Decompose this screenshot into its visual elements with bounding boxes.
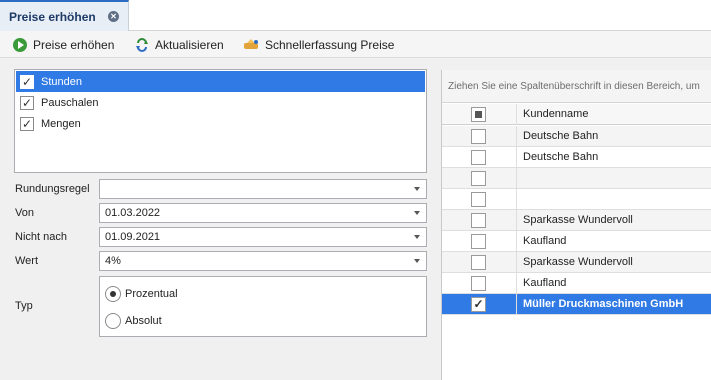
preise-erhoehen-button[interactable]: Preise erhöhen — [13, 31, 114, 58]
select-all-checkbox[interactable] — [471, 107, 486, 122]
preise-erhoehen-label: Preise erhöhen — [33, 37, 115, 52]
kundenname-cell: Kaufland — [523, 235, 567, 247]
chevron-down-icon[interactable] — [414, 211, 420, 215]
kundenname-cell: Deutsche Bahn — [523, 130, 599, 142]
nicht-nach-label: Nicht nach — [15, 231, 67, 243]
schnellerfassung-preise-label: Schnellerfassung Preise — [265, 37, 395, 52]
kundenname-cell: Sparkasse Wundervoll — [523, 256, 633, 268]
parameter-panel: ✓ Stunden ✓ Pauschalen ✓ Mengen Rundungs… — [0, 58, 433, 380]
column-header-kundenname[interactable]: Kundenname — [523, 104, 588, 125]
rundungsregel-label: Rundungsregel — [15, 183, 90, 195]
group-by-panel[interactable]: Ziehen Sie eine Spaltenüberschrift in di… — [442, 70, 711, 103]
wert-combo[interactable]: 4% — [99, 251, 427, 271]
radio-selected-icon[interactable] — [105, 286, 121, 302]
toolbar: Preise erhöhen Aktualisieren Schnellerfa… — [0, 31, 711, 58]
table-row[interactable]: Deutsche Bahn — [442, 147, 711, 168]
tab-strip: Preise erhöhen ✕ — [0, 0, 711, 31]
table-row[interactable]: Kaufland — [442, 231, 711, 252]
row-check-cell[interactable] — [442, 210, 517, 231]
row-checkbox[interactable] — [471, 234, 486, 249]
chevron-down-icon[interactable] — [414, 187, 420, 191]
checklist-item-pauschalen[interactable]: ✓ Pauschalen — [16, 92, 425, 113]
leistungsart-checklist: ✓ Stunden ✓ Pauschalen ✓ Mengen — [14, 69, 427, 173]
refresh-icon — [135, 37, 149, 52]
row-check-cell[interactable] — [442, 189, 517, 210]
checklist-item-label: Mengen — [41, 117, 81, 130]
radio-label: Prozentual — [125, 288, 178, 300]
row-check-cell[interactable] — [442, 252, 517, 273]
checklist-item-label: Stunden — [41, 75, 82, 88]
table-row[interactable] — [442, 189, 711, 210]
select-all-cell[interactable] — [442, 104, 517, 125]
radio-absolut[interactable]: Absolut — [105, 312, 162, 330]
checkmark-icon[interactable]: ✓ — [471, 297, 486, 312]
row-check-cell[interactable] — [442, 126, 517, 147]
radio-label: Absolut — [125, 315, 162, 327]
checklist-item-stunden[interactable]: ✓ Stunden — [16, 71, 425, 92]
von-date-field[interactable]: 01.03.2022 — [99, 203, 427, 223]
row-checkbox[interactable] — [471, 276, 486, 291]
checklist-item-mengen[interactable]: ✓ Mengen — [16, 113, 425, 134]
row-checkbox[interactable] — [471, 192, 486, 207]
close-icon[interactable]: ✕ — [108, 11, 119, 22]
table-row[interactable] — [442, 168, 711, 189]
kundenname-cell: Sparkasse Wundervoll — [523, 214, 633, 226]
wert-label: Wert — [15, 255, 39, 267]
row-checkbox[interactable] — [471, 213, 486, 228]
checklist-item-label: Pauschalen — [41, 96, 99, 109]
row-check-cell[interactable]: ✓ — [442, 294, 517, 315]
rundungsregel-combo[interactable] — [99, 179, 427, 199]
kundenname-cell: Müller Druckmaschinen GmbH — [523, 298, 684, 310]
von-value: 01.03.2022 — [105, 207, 161, 219]
row-checkbox[interactable] — [471, 255, 486, 270]
kundenname-cell: Deutsche Bahn — [523, 151, 599, 163]
table-row[interactable]: Deutsche Bahn — [442, 126, 711, 147]
checkmark-icon[interactable]: ✓ — [20, 116, 34, 131]
table-row[interactable]: Sparkasse Wundervoll — [442, 252, 711, 273]
chevron-down-icon[interactable] — [414, 259, 420, 263]
kunden-grid: Ziehen Sie eine Spaltenüberschrift in di… — [441, 70, 711, 380]
table-row[interactable]: Sparkasse Wundervoll — [442, 210, 711, 231]
row-check-cell[interactable] — [442, 273, 517, 294]
checkmark-icon[interactable]: ✓ — [20, 95, 34, 110]
aktualisieren-button[interactable]: Aktualisieren — [135, 31, 224, 58]
play-icon — [13, 37, 27, 52]
grid-header-row: Kundenname — [442, 104, 711, 125]
nicht-nach-date-field[interactable]: 01.09.2021 — [99, 227, 427, 247]
table-row-selected[interactable]: ✓ Müller Druckmaschinen GmbH — [442, 294, 711, 315]
row-checkbox[interactable] — [471, 129, 486, 144]
kundenname-cell: Kaufland — [523, 277, 567, 289]
tab-label: Preise erhöhen — [9, 9, 96, 24]
row-check-cell[interactable] — [442, 147, 517, 168]
typ-radio-group: Prozentual Absolut — [99, 276, 427, 337]
von-label: Von — [15, 207, 34, 219]
chevron-down-icon[interactable] — [414, 235, 420, 239]
row-checkbox[interactable] — [471, 171, 486, 186]
wert-value: 4% — [105, 255, 121, 267]
quick-entry-icon — [243, 38, 259, 52]
checkmark-icon[interactable]: ✓ — [20, 74, 34, 89]
row-checkbox[interactable] — [471, 150, 486, 165]
aktualisieren-label: Aktualisieren — [155, 37, 224, 52]
row-check-cell[interactable] — [442, 231, 517, 252]
nicht-nach-value: 01.09.2021 — [105, 231, 161, 243]
table-row[interactable]: Kaufland — [442, 273, 711, 294]
typ-label: Typ — [15, 300, 33, 312]
radio-prozentual[interactable]: Prozentual — [105, 285, 178, 303]
schnellerfassung-preise-button[interactable]: Schnellerfassung Preise — [243, 31, 394, 58]
radio-unselected-icon[interactable] — [105, 313, 121, 329]
row-check-cell[interactable] — [442, 168, 517, 189]
tab-preise-erhoehen[interactable]: Preise erhöhen ✕ — [0, 0, 129, 31]
